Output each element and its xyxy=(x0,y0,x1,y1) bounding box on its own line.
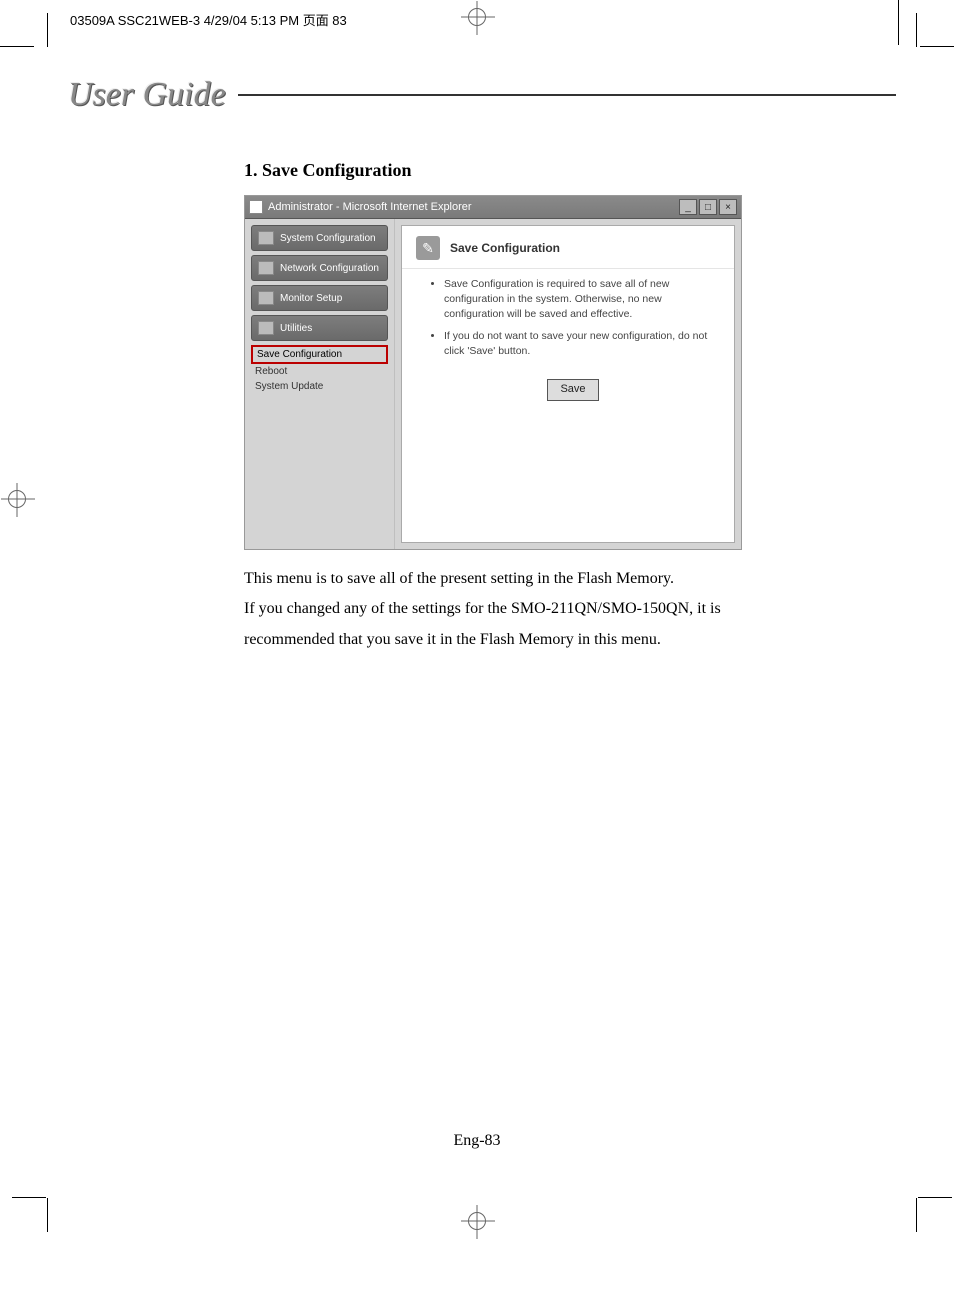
guide-title-row: User Guide xyxy=(48,40,916,114)
subnav-reboot[interactable]: Reboot xyxy=(251,364,388,379)
body-text-line: This menu is to save all of the present … xyxy=(244,564,804,594)
info-bullet: If you do not want to save your new conf… xyxy=(444,329,716,359)
section-heading: 1. Save Configuration xyxy=(244,160,824,181)
subnav-save-configuration[interactable]: Save Configuration xyxy=(251,345,388,364)
close-button[interactable]: × xyxy=(719,199,737,215)
maximize-button[interactable]: □ xyxy=(699,199,717,215)
nav-label: Monitor Setup xyxy=(280,293,342,304)
panel-title: Save Configuration xyxy=(450,241,560,255)
registration-mark-bottom xyxy=(468,1212,486,1230)
registration-mark-left xyxy=(8,490,26,508)
info-list: Save Configuration is required to save a… xyxy=(430,277,716,359)
horizontal-rule xyxy=(238,94,896,96)
guide-title-text: User Guide xyxy=(68,76,226,114)
section: 1. Save Configuration Administrator - Mi… xyxy=(244,160,824,655)
nav-utilities[interactable]: Utilities xyxy=(251,315,388,341)
titlebar: Administrator - Microsoft Internet Explo… xyxy=(245,196,741,219)
content-panel: ✎ Save Configuration Save Configuration … xyxy=(401,225,735,543)
crop-mark xyxy=(916,13,917,47)
tools-icon: ✎ xyxy=(416,236,440,260)
crop-mark xyxy=(0,46,34,47)
page-number: Eng-83 xyxy=(453,1132,500,1150)
body-text-line: If you changed any of the settings for t… xyxy=(244,594,804,655)
wrench-icon xyxy=(258,321,274,335)
content-body: Save Configuration is required to save a… xyxy=(402,269,734,431)
nav-system-configuration[interactable]: System Configuration xyxy=(251,225,388,251)
minimize-button[interactable]: _ xyxy=(679,199,697,215)
registration-mark-top xyxy=(468,8,486,26)
gear-icon xyxy=(258,231,274,245)
network-icon xyxy=(258,261,274,275)
crop-mark xyxy=(47,1198,48,1232)
info-bullet: Save Configuration is required to save a… xyxy=(444,277,716,323)
crop-mark xyxy=(898,0,899,45)
app-body: System Configuration Network Configurati… xyxy=(245,219,741,549)
content-header: ✎ Save Configuration xyxy=(402,226,734,269)
monitor-icon xyxy=(258,291,274,305)
nav-label: Network Configuration xyxy=(280,263,379,274)
body-paragraphs: This menu is to save all of the present … xyxy=(244,564,804,655)
nav-monitor-setup[interactable]: Monitor Setup xyxy=(251,285,388,311)
crop-mark xyxy=(918,1197,952,1198)
crop-mark xyxy=(916,1198,917,1232)
prepress-header: 03509A SSC21WEB-3 4/29/04 5:13 PM 页面 83 xyxy=(70,10,347,29)
crop-mark xyxy=(920,46,954,47)
app-window: Administrator - Microsoft Internet Explo… xyxy=(244,195,742,550)
window-buttons: _ □ × xyxy=(679,199,737,215)
nav-label: System Configuration xyxy=(280,233,376,244)
save-button[interactable]: Save xyxy=(547,379,598,401)
save-row: Save xyxy=(430,365,716,431)
page-frame: User Guide 1. Save Configuration Adminis… xyxy=(48,40,916,1200)
app-icon xyxy=(249,200,263,214)
sidebar: System Configuration Network Configurati… xyxy=(245,219,395,549)
crop-mark xyxy=(12,1197,46,1198)
subnav-system-update[interactable]: System Update xyxy=(251,379,388,394)
nav-label: Utilities xyxy=(280,323,312,334)
window-title: Administrator - Microsoft Internet Explo… xyxy=(268,201,674,213)
nav-network-configuration[interactable]: Network Configuration xyxy=(251,255,388,281)
